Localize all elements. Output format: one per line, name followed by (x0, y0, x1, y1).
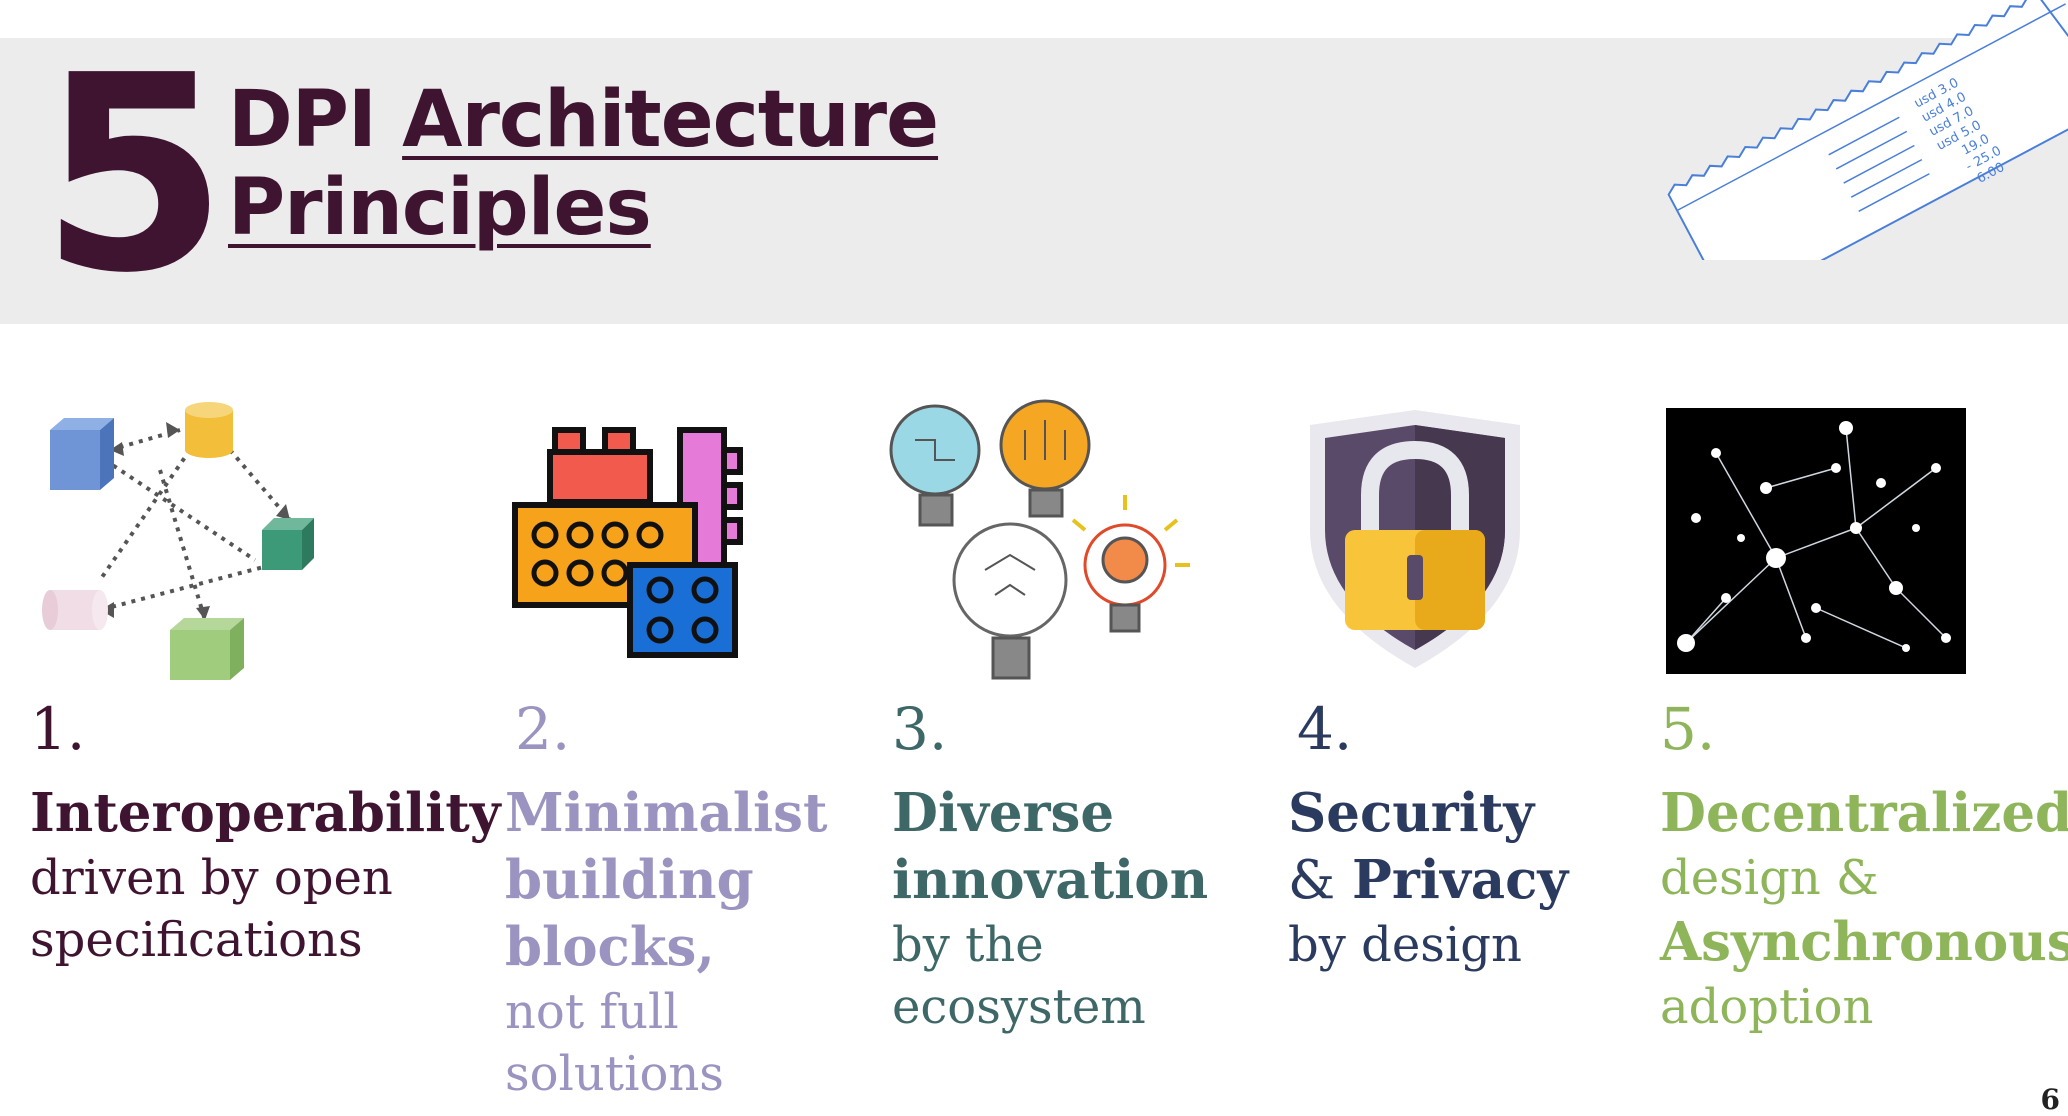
principle-diverse-innovation: Diverse innovation by the ecosystem (892, 780, 1208, 1038)
principle-heading-line2: & Privacy (1288, 847, 1568, 914)
principle-text: ecosystem (892, 979, 1146, 1035)
principle-heading: Decentralized (1660, 782, 2068, 844)
title-principles: Principles (228, 163, 652, 253)
principle-heading: Diverse (892, 782, 1115, 844)
principle-number: 5. (1660, 695, 1716, 763)
principle-heading: Privacy (1352, 849, 1569, 911)
principle-heading: Interoperability (30, 782, 501, 844)
principle-heading: blocks, (505, 916, 715, 978)
principle-count: 5 (40, 17, 228, 332)
network-icon (1666, 408, 1966, 674)
principle-heading: Security (1288, 782, 1535, 844)
principle-text: design & (1660, 850, 1879, 906)
principle-heading: building (505, 849, 754, 911)
connected-blocks-icon (42, 402, 314, 680)
page-title: DPI Architecture Principles (228, 75, 939, 253)
principle-heading: Asynchronous (1660, 911, 2068, 973)
principle-text: solutions (505, 1046, 724, 1102)
shield-lock-icon (1310, 410, 1520, 668)
principle-minimalist: Minimalist building blocks, not full sol… (505, 780, 827, 1105)
principle-text: driven by open (30, 850, 393, 906)
principle-number: 3. (892, 695, 948, 763)
principle-text: by the (892, 917, 1044, 973)
principle-text: by design (1288, 917, 1522, 973)
title-architecture: Architecture (402, 75, 939, 165)
principle-heading: Minimalist (505, 782, 828, 844)
principle-security-privacy: Security & Privacy by design (1288, 780, 1568, 976)
lightbulbs-icon (889, 399, 1190, 680)
principle-decentralized: Decentralized design & Asynchronous adop… (1660, 780, 2068, 1038)
title-prefix: DPI (228, 75, 403, 165)
principle-heading: innovation (892, 849, 1209, 911)
receipt-icon: usd 3.0 usd 4.0 usd 7.0 usd 5.0 19.0 - 2… (1667, 0, 2068, 260)
principle-text: adoption (1660, 979, 1874, 1035)
principle-text: specifications (30, 912, 363, 968)
principle-text: not full (505, 984, 679, 1040)
principle-interoperability: Interoperability driven by open specific… (30, 780, 501, 971)
ampersand: & (1288, 850, 1353, 911)
principle-number: 4. (1297, 695, 1353, 763)
principle-number: 2. (515, 695, 571, 763)
lego-blocks-icon (512, 427, 743, 658)
principle-number: 1. (30, 695, 86, 763)
page-number: 6 (2040, 1083, 2060, 1116)
